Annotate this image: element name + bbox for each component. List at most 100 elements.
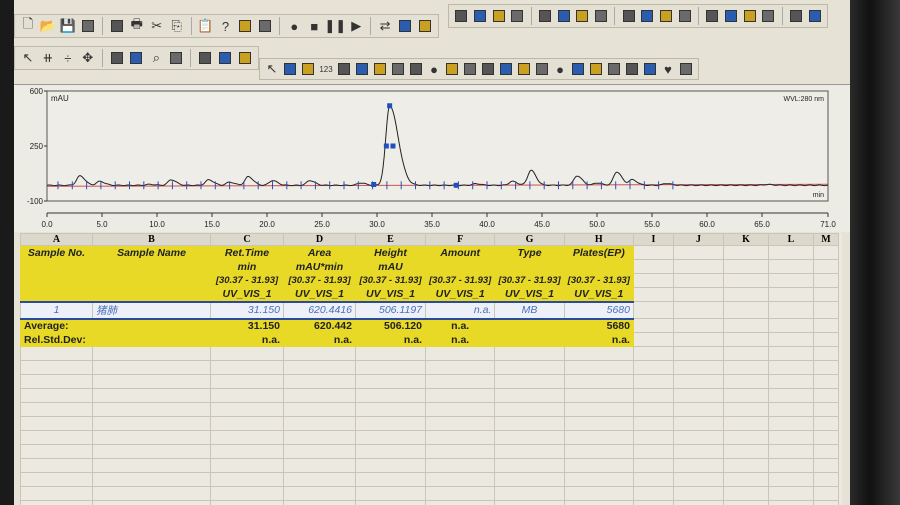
separator-icon[interactable] [444,59,460,79]
cell-type[interactable]: MB [494,300,565,320]
grey-box-icon[interactable] [490,6,507,26]
zoom-icon[interactable]: ⌕ [147,48,165,68]
cell-sample-no[interactable]: 1 [20,300,93,320]
select-peak-red-icon[interactable] [128,48,146,68]
cut-icon[interactable]: ✂ [148,16,166,36]
new-file-icon[interactable]: 🗋 [19,16,37,36]
spectrum-icon[interactable] [509,6,526,26]
cell-area[interactable]: 620.4416 [283,300,356,320]
list-icon[interactable] [624,59,640,79]
peak-table-spreadsheet[interactable]: ABCDEFGHIJKLM Sample No. Sample Name Ret… [20,233,842,505]
number-icon[interactable]: 123 [318,59,334,79]
scan-icon[interactable] [620,6,637,26]
column-letter[interactable]: M [812,233,839,246]
exchange-icon[interactable]: ⇄ [376,16,394,36]
column-letter[interactable]: D [283,233,356,246]
columns-icon[interactable] [593,6,610,26]
chart-mini-icon[interactable] [372,59,388,79]
empty-row[interactable] [20,500,839,505]
baseline-icon[interactable]: ⧺ [39,48,57,68]
numbered-list-icon[interactable] [79,16,97,36]
overlay-icon[interactable] [555,6,572,26]
table-icon[interactable] [642,59,658,79]
column-letter[interactable]: I [632,233,674,246]
tools-icon[interactable] [788,6,805,26]
play-circle-icon[interactable] [416,16,434,36]
monitor-icon[interactable] [408,59,424,79]
column-letter[interactable]: J [672,233,724,246]
paste-icon[interactable]: 📋 [197,16,215,36]
play-icon[interactable]: ▶ [347,16,365,36]
table-row[interactable]: 1 猪肺 31.150 620.4416 506.1197 n.a. MB 56… [20,300,839,320]
empty-row[interactable] [20,360,839,375]
pause-icon[interactable]: ❚❚ [324,16,346,36]
column-letter[interactable]: E [355,233,426,246]
trend-icon[interactable] [676,6,693,26]
pointer-icon[interactable]: ↖ [19,48,37,68]
grid2-icon[interactable] [723,6,740,26]
text-icon[interactable] [462,59,478,79]
flask-icon[interactable] [741,6,758,26]
cell-plates[interactable]: 5680 [563,300,634,320]
square-icon[interactable] [498,59,514,79]
grid-icon[interactable] [704,6,721,26]
pin-icon[interactable] [588,59,604,79]
circle-filled-icon[interactable]: ● [552,59,568,79]
save-icon[interactable]: 💾 [59,16,77,36]
chromatogram-panel[interactable]: mAU WVL:280 nm min 600 250 -100 0.0 5.0 10.0 15.0… [14,84,850,232]
window-icon[interactable] [390,59,406,79]
empty-row[interactable] [20,346,839,361]
syringe-icon[interactable] [256,16,274,36]
stop-icon[interactable]: ■ [305,16,323,36]
cell-amount[interactable]: n.a. [424,300,496,320]
library-icon[interactable] [639,6,656,26]
inject-drop-icon[interactable] [236,16,254,36]
sequence-icon[interactable] [396,16,414,36]
column-letter[interactable]: B [92,233,211,246]
column-letter[interactable]: K [722,233,769,246]
bar-icon[interactable] [336,59,352,79]
circle-icon[interactable]: ● [426,59,442,79]
empty-row[interactable] [20,402,839,417]
grey-icon[interactable] [658,6,675,26]
record-icon[interactable]: ● [285,16,303,36]
filled-box-icon[interactable] [300,59,316,79]
empty-row[interactable] [20,458,839,473]
copy-icon[interactable]: ⎘ [168,16,186,36]
help-icon[interactable]: ? [217,16,235,36]
select-peak-icon[interactable] [108,48,126,68]
arrow-icon[interactable]: ↖ [264,59,280,79]
square-icon[interactable] [534,59,550,79]
column-letter[interactable]: C [210,233,284,246]
heart-icon[interactable]: ♥ [660,59,676,79]
split-icon[interactable]: ÷ [59,48,77,68]
empty-row[interactable] [20,472,839,487]
peak-table-icon[interactable] [472,6,489,26]
window-icon[interactable] [574,6,591,26]
flag-icon[interactable] [678,59,694,79]
plot-icon[interactable] [606,59,622,79]
cell-ret-time[interactable]: 31.150 [210,300,284,320]
empty-row[interactable] [20,374,839,389]
tools2-icon[interactable] [806,6,823,26]
text-box-icon[interactable] [282,59,298,79]
column-letter[interactable]: A [20,233,93,246]
chromatogram-icon[interactable] [453,6,470,26]
empty-row[interactable] [20,444,839,459]
open-folder-icon[interactable]: 📂 [39,16,57,36]
delete-peak-icon[interactable] [167,48,185,68]
column-letter[interactable]: F [424,233,496,246]
empty-row[interactable] [20,430,839,445]
cell-height[interactable]: 506.1197 [355,300,426,320]
book-icon[interactable] [480,59,496,79]
report-icon[interactable] [108,16,126,36]
square-icon[interactable] [516,59,532,79]
print-icon[interactable]: 🖶 [128,16,146,36]
empty-row[interactable] [20,388,839,403]
column-letter[interactable]: G [494,233,565,246]
column-letter[interactable]: L [767,233,814,246]
axis-icon[interactable] [570,59,586,79]
move-icon[interactable]: ✥ [79,48,97,68]
auto-integrate-icon[interactable] [196,48,214,68]
empty-row[interactable] [20,416,839,431]
